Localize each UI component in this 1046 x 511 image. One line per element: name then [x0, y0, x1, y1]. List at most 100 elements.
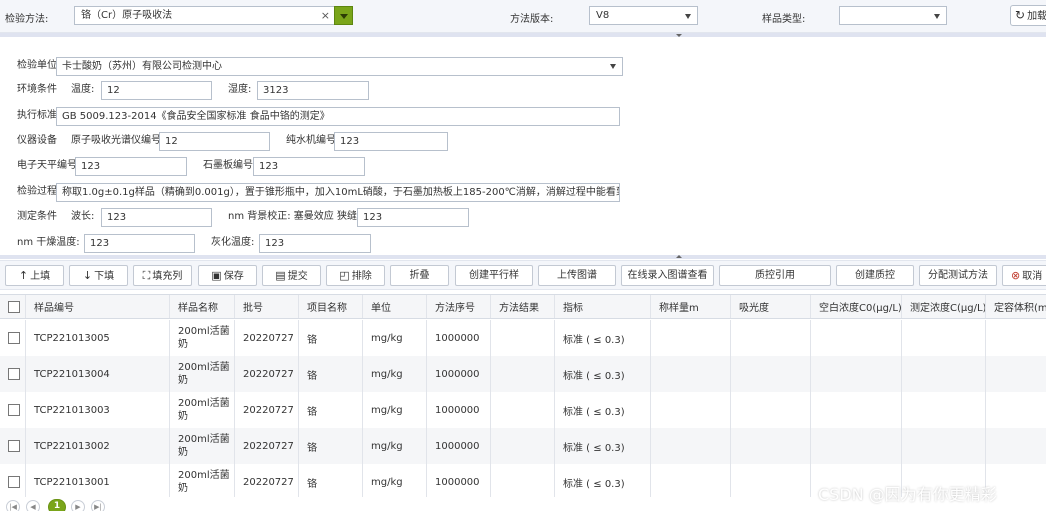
water-input[interactable]: 123 — [334, 132, 448, 151]
cell-unit[interactable]: mg/kg — [363, 320, 427, 356]
cell-index[interactable]: 标准 ( ≤ 0.3) — [555, 356, 651, 392]
ash-temp-input[interactable]: 123 — [259, 234, 371, 253]
col-header[interactable]: 测定浓度C(μg/L) — [902, 295, 986, 318]
empty-cell[interactable] — [811, 392, 902, 428]
cell-item[interactable]: 铬 — [299, 356, 363, 392]
qc-reference-button[interactable]: 质控引用 — [719, 265, 831, 286]
empty-cell[interactable] — [811, 428, 902, 464]
prev-page-icon[interactable]: ◀ — [26, 500, 40, 511]
empty-cell[interactable] — [731, 320, 811, 356]
form-splitter[interactable] — [0, 255, 1046, 259]
row-checkbox[interactable] — [8, 332, 20, 344]
empty-cell[interactable] — [986, 428, 1046, 464]
cell-name[interactable]: 200ml活菌奶 — [170, 356, 235, 392]
last-page-icon[interactable]: ▶| — [91, 500, 105, 511]
cell-method-no[interactable]: 1000000 — [427, 356, 491, 392]
cell-unit[interactable]: mg/kg — [363, 464, 427, 497]
upload-chart-button[interactable]: 上传图谱 — [538, 265, 616, 286]
fill-down-button[interactable]: ↓ 下填 — [69, 265, 128, 286]
cell-sample-no[interactable]: TCP221013002 — [26, 428, 170, 464]
cell-unit[interactable]: mg/kg — [363, 428, 427, 464]
row-checkbox[interactable] — [8, 476, 20, 488]
cell-index[interactable]: 标准 ( ≤ 0.3) — [555, 392, 651, 428]
cell-result[interactable] — [491, 320, 555, 356]
empty-cell[interactable] — [651, 320, 731, 356]
wavelength-input[interactable]: 123 — [101, 208, 212, 227]
collapse-up-icon[interactable] — [676, 255, 682, 258]
col-header[interactable]: 单位 — [363, 295, 427, 318]
empty-cell[interactable] — [731, 356, 811, 392]
col-header[interactable]: 称样量m — [651, 295, 731, 318]
first-page-icon[interactable]: |◀ — [6, 500, 20, 511]
col-header[interactable]: 样品编号 — [26, 295, 170, 318]
cell-method-no[interactable]: 1000000 — [427, 320, 491, 356]
empty-cell[interactable] — [731, 392, 811, 428]
current-page[interactable]: 1 — [48, 499, 66, 511]
temp-input[interactable]: 12 — [101, 81, 212, 100]
cell-index[interactable]: 标准 ( ≤ 0.3) — [555, 428, 651, 464]
submit-button[interactable]: ▤ 提交 — [262, 265, 321, 286]
cell-item[interactable]: 铬 — [299, 320, 363, 356]
row-checkbox[interactable] — [8, 404, 20, 416]
col-header[interactable]: 指标 — [555, 295, 651, 318]
table-row[interactable]: TCP221013002 200ml活菌奶 20220727 铬 mg/kg 100000… — [0, 428, 1046, 464]
cell-result[interactable] — [491, 428, 555, 464]
cell-item[interactable]: 铬 — [299, 392, 363, 428]
create-qc-button[interactable]: 创建质控 — [836, 265, 914, 286]
cell-name[interactable]: 200ml活菌奶 — [170, 320, 235, 356]
empty-cell[interactable] — [986, 356, 1046, 392]
online-chart-button[interactable]: 在线录入图谱查看 — [621, 265, 714, 286]
col-header[interactable]: 吸光度 — [731, 295, 811, 318]
empty-cell[interactable] — [902, 392, 986, 428]
empty-cell[interactable] — [651, 428, 731, 464]
fill-column-button[interactable]: ⛶ 填充列 — [133, 265, 192, 286]
cell-unit[interactable]: mg/kg — [363, 392, 427, 428]
empty-cell[interactable] — [651, 392, 731, 428]
col-header[interactable]: 空白浓度C0(μg/L) — [811, 295, 902, 318]
table-row[interactable]: TCP221013005 200ml活菌奶 20220727 铬 mg/kg 100000… — [0, 320, 1046, 356]
standard-input[interactable]: GB 5009.123-2014《食品安全国家标准 食品中铬的测定》 — [56, 107, 620, 126]
humidity-input[interactable]: 3123 — [257, 81, 369, 100]
aas-input[interactable]: 12 — [159, 132, 270, 151]
empty-cell[interactable] — [651, 464, 731, 497]
col-header[interactable]: 样品名称 — [170, 295, 235, 318]
empty-cell[interactable] — [731, 464, 811, 497]
cell-method-no[interactable]: 1000000 — [427, 428, 491, 464]
cell-unit[interactable]: mg/kg — [363, 356, 427, 392]
cell-method-no[interactable]: 1000000 — [427, 392, 491, 428]
cell-result[interactable] — [491, 392, 555, 428]
table-row[interactable]: TCP221013004 200ml活菌奶 20220727 铬 mg/kg 100000… — [0, 356, 1046, 392]
cell-name[interactable]: 200ml活菌奶 — [170, 392, 235, 428]
table-row[interactable]: TCP221013003 200ml活菌奶 20220727 铬 mg/kg 100000… — [0, 392, 1046, 428]
cell-item[interactable]: 铬 — [299, 464, 363, 497]
cell-method-no[interactable]: 1000000 — [427, 464, 491, 497]
cell-sample-no[interactable]: TCP221013003 — [26, 392, 170, 428]
cell-index[interactable]: 标准 ( ≤ 0.3) — [555, 320, 651, 356]
refresh-button[interactable]: ↻ 加载 — [1010, 5, 1046, 26]
empty-cell[interactable] — [986, 320, 1046, 356]
chevron-down-icon[interactable] — [334, 6, 353, 25]
cell-index[interactable]: 标准 ( ≤ 0.3) — [555, 464, 651, 497]
sample-type-select[interactable] — [839, 6, 947, 25]
cell-batch[interactable]: 20220727 — [235, 392, 299, 428]
clear-icon[interactable]: × — [321, 7, 330, 24]
empty-cell[interactable] — [902, 320, 986, 356]
col-header[interactable]: 项目名称 — [299, 295, 363, 318]
row-checkbox[interactable] — [8, 440, 20, 452]
select-all-checkbox[interactable] — [8, 300, 20, 313]
cell-name[interactable]: 200ml活菌奶 — [170, 464, 235, 497]
cell-item[interactable]: 铬 — [299, 428, 363, 464]
cell-sample-no[interactable]: TCP221013004 — [26, 356, 170, 392]
save-button[interactable]: ▣ 保存 — [198, 265, 257, 286]
fold-button[interactable]: 折叠 — [390, 265, 449, 286]
col-header[interactable]: 批号 — [235, 295, 299, 318]
cell-result[interactable] — [491, 356, 555, 392]
empty-cell[interactable] — [811, 356, 902, 392]
fill-up-button[interactable]: ↑ 上填 — [5, 265, 64, 286]
empty-cell[interactable] — [811, 320, 902, 356]
balance-input[interactable]: 123 — [75, 157, 187, 176]
cell-batch[interactable]: 20220727 — [235, 428, 299, 464]
empty-cell[interactable] — [731, 428, 811, 464]
exclude-button[interactable]: ◰ 排除 — [326, 265, 385, 286]
col-header[interactable]: 定容体积(mL) — [986, 295, 1046, 318]
